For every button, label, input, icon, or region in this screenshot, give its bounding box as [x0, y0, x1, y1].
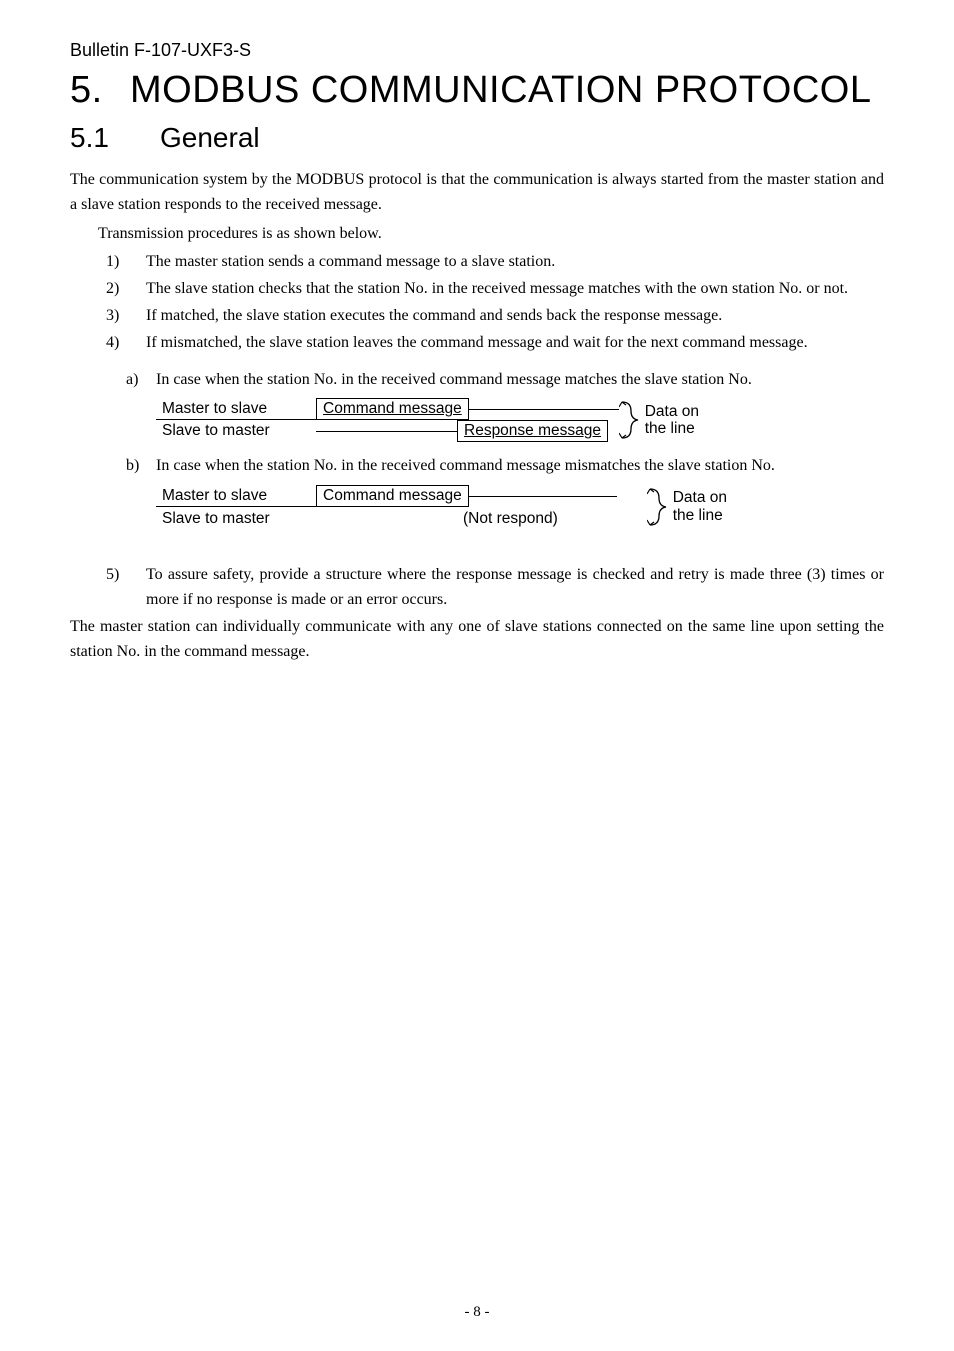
diagram-data-on: Data on — [673, 489, 727, 507]
list-number: 2) — [106, 277, 146, 302]
diagram-command-box: Command message — [316, 398, 469, 420]
subitem-a: a) In case when the station No. in the r… — [126, 368, 884, 393]
diagram-data-on: Data on — [645, 403, 699, 421]
list-item: 3) If matched, the slave station execute… — [106, 304, 884, 329]
diagram-label: Master to slave — [156, 399, 316, 420]
paragraph-closing: The master station can individually comm… — [70, 615, 884, 665]
h1-title: MODBUS COMMUNICATION PROTOCOL — [130, 69, 871, 111]
diagram-command-box: Command message — [316, 485, 469, 507]
brace-icon — [619, 400, 641, 440]
list-item: 4) If mismatched, the slave station leav… — [106, 331, 884, 356]
subitem-label: a) — [126, 368, 156, 393]
list-number: 3) — [106, 304, 146, 329]
numbered-list-cont: 5) To assure safety, provide a structure… — [106, 563, 884, 613]
h1-number: 5. — [70, 69, 130, 112]
list-text: If matched, the slave station executes t… — [146, 304, 884, 329]
list-item: 5) To assure safety, provide a structure… — [106, 563, 884, 613]
h2-number: 5.1 — [70, 122, 160, 154]
message-diagram-a: Master to slave Command message Slave to… — [156, 398, 884, 442]
subitem-text: In case when the station No. in the rece… — [156, 454, 884, 479]
diagram-data-label: Data on the line — [645, 403, 699, 439]
message-diagram-b: Master to slave Command message Slave to… — [156, 485, 884, 529]
subitem-text: In case when the station No. in the rece… — [156, 368, 884, 393]
list-number: 5) — [106, 563, 146, 613]
document-header: Bulletin F-107-UXF3-S — [70, 40, 884, 61]
numbered-list: 1) The master station sends a command me… — [106, 250, 884, 355]
diagram-the-line: the line — [645, 420, 699, 438]
heading-2: 5.1General — [70, 122, 884, 154]
diagram-label: Master to slave — [156, 486, 316, 507]
page-number: - 8 - — [0, 1304, 954, 1321]
h2-title: General — [160, 122, 260, 153]
list-number: 4) — [106, 331, 146, 356]
subitem-label: b) — [126, 454, 156, 479]
diagram-data-label: Data on the line — [673, 489, 727, 525]
subitem-b: b) In case when the station No. in the r… — [126, 454, 884, 479]
paragraph-intro: The communication system by the MODBUS p… — [70, 168, 884, 218]
diagram-not-respond: (Not respond) — [457, 509, 564, 529]
list-text: If mismatched, the slave station leaves … — [146, 331, 884, 356]
diagram-label: Slave to master — [156, 509, 316, 529]
list-text: The slave station checks that the statio… — [146, 277, 884, 302]
diagram-the-line: the line — [673, 507, 727, 525]
heading-1: 5.MODBUS COMMUNICATION PROTOCOL — [70, 69, 884, 112]
list-text: To assure safety, provide a structure wh… — [146, 563, 884, 613]
paragraph-transmission: Transmission procedures is as shown belo… — [98, 222, 884, 247]
list-item: 1) The master station sends a command me… — [106, 250, 884, 275]
list-text: The master station sends a command messa… — [146, 250, 884, 275]
brace-icon — [647, 487, 669, 527]
list-number: 1) — [106, 250, 146, 275]
diagram-response-box: Response message — [457, 420, 608, 442]
list-item: 2) The slave station checks that the sta… — [106, 277, 884, 302]
diagram-label: Slave to master — [156, 421, 316, 441]
